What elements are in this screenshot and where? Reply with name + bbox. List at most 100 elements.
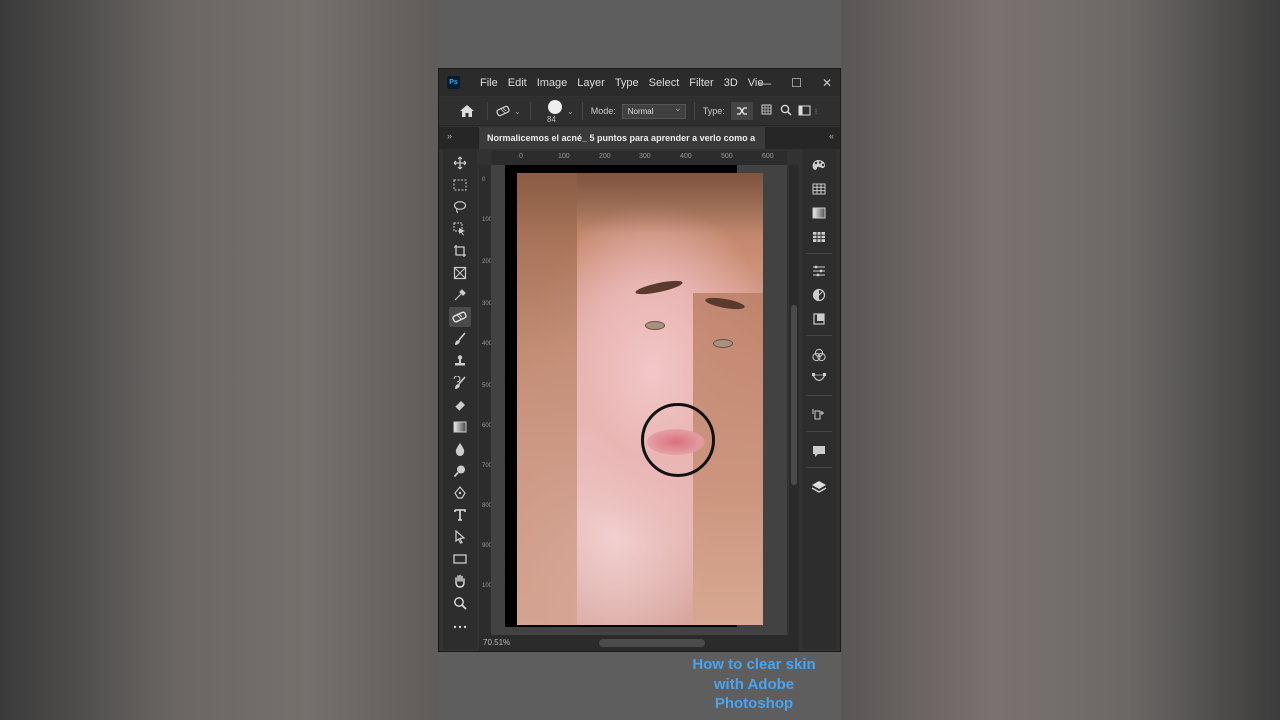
caption-line: Photoshop (714, 695, 794, 712)
caption-line: How to clear skin (692, 656, 816, 673)
home-icon[interactable] (455, 101, 479, 121)
menu-3d[interactable]: 3D (724, 77, 738, 89)
pen-tool-icon[interactable] (449, 483, 471, 503)
maximize-button[interactable]: ☐ (791, 76, 802, 90)
photoshop-window: Ps File Edit Image Layer Type Select Fil… (438, 68, 841, 652)
menu-layer[interactable]: Layer (577, 77, 605, 89)
spot-healing-brush-tool-icon[interactable] (449, 307, 471, 327)
expand-toolbar-icon[interactable]: » (447, 131, 452, 141)
vertical-ruler: 0 100 200 300 400 500 600 700 800 900 10… (479, 165, 496, 635)
channels-icon[interactable] (808, 345, 830, 365)
type-tool-icon[interactable] (449, 505, 471, 525)
eyedropper-tool-icon[interactable] (449, 285, 471, 305)
move-tool-icon[interactable] (449, 153, 471, 173)
blur-tool-icon[interactable] (449, 439, 471, 459)
chevron-down-icon[interactable]: ⌄ (567, 107, 574, 116)
search-icon[interactable] (780, 104, 792, 118)
ruler-tick-label: 500 (482, 383, 493, 389)
eraser-tool-icon[interactable] (449, 395, 471, 415)
zoom-level[interactable]: 70.51% (483, 638, 510, 647)
minimize-button[interactable]: — (759, 76, 771, 90)
menu-edit[interactable]: Edit (508, 77, 527, 89)
menu-filter[interactable]: Filter (689, 77, 713, 89)
mode-select[interactable]: Normal (621, 103, 686, 119)
path-selection-tool-icon[interactable] (449, 527, 471, 547)
zoom-tool-icon[interactable] (449, 593, 471, 613)
photoshop-logo-icon: Ps (447, 76, 460, 89)
color-palette-icon[interactable] (808, 155, 830, 175)
divider (806, 431, 832, 432)
caption-line: with Adobe (713, 675, 795, 693)
workspace-icon[interactable] (798, 105, 811, 118)
menu-bar: Ps File Edit Image Layer Type Select Fil… (439, 69, 840, 96)
vertical-scrollbar[interactable] (789, 165, 799, 635)
clone-stamp-tool-icon[interactable] (449, 351, 471, 371)
eye (645, 321, 665, 330)
frame-tool-icon[interactable] (449, 263, 471, 283)
scrollbar-thumb[interactable] (791, 305, 797, 485)
layers-icon[interactable] (808, 477, 830, 497)
horizontal-ruler: 0 100 200 300 400 500 600 (491, 151, 787, 165)
panel-dock (802, 149, 836, 649)
brush-size-picker[interactable]: 84 (543, 98, 567, 124)
more-options-icon[interactable]: ⁝ (815, 107, 818, 116)
brush-cursor-circle (641, 403, 715, 477)
blurred-background-left (0, 0, 438, 720)
document-tab[interactable]: Normalicemos el acné_ 5 puntos para apre… (479, 127, 765, 149)
tools-panel (443, 149, 477, 649)
mode-label: Mode: (590, 106, 616, 116)
type-label: Type: (702, 106, 725, 116)
more-tools-icon[interactable] (449, 617, 471, 637)
collapse-panels-icon[interactable]: « (829, 131, 834, 141)
ruler-tick-label: 100 (482, 217, 493, 223)
ruler-tick-label: 400 (482, 341, 493, 347)
healing-brush-preset-icon[interactable]: ⌄ (496, 105, 522, 117)
menu-image[interactable]: Image (537, 77, 568, 89)
dodge-tool-icon[interactable] (449, 461, 471, 481)
status-bar: 70.51% (479, 635, 799, 651)
marquee-tool-icon[interactable] (449, 175, 471, 195)
lasso-tool-icon[interactable] (449, 197, 471, 217)
patterns-icon[interactable] (808, 227, 830, 247)
history-icon[interactable] (808, 405, 830, 425)
brush-size-value: 84 (547, 115, 556, 124)
ruler-tick-label: 200 (599, 153, 611, 160)
eye (713, 339, 733, 348)
comments-icon[interactable] (808, 441, 830, 461)
adjustments-icon[interactable] (808, 285, 830, 305)
gradients-icon[interactable] (808, 203, 830, 223)
ruler-tick-label: 300 (482, 301, 493, 307)
ruler-tick-label: 500 (721, 153, 733, 160)
hand-tool-icon[interactable] (449, 571, 471, 591)
brush-tool-icon[interactable] (449, 329, 471, 349)
object-selection-tool-icon[interactable] (449, 219, 471, 239)
blurred-background-right (841, 0, 1280, 720)
ruler-tick-label: 0 (482, 177, 486, 183)
options-bar: ⌄ 84 ⌄ Mode: Normal Type: ⁝ (439, 97, 840, 126)
portrait-photo[interactable] (517, 173, 763, 625)
content-aware-shuffle-icon[interactable] (730, 102, 753, 120)
crop-tool-icon[interactable] (449, 241, 471, 261)
menu-type[interactable]: Type (615, 77, 639, 89)
menu-file[interactable]: File (480, 77, 498, 89)
rectangle-tool-icon[interactable] (449, 549, 471, 569)
libraries-icon[interactable] (808, 309, 830, 329)
sample-all-layers-icon[interactable] (761, 104, 774, 118)
ruler-tick-label: 900 (482, 543, 493, 549)
horizontal-scrollbar-thumb[interactable] (599, 639, 705, 647)
menu-select[interactable]: Select (649, 77, 680, 89)
swatches-icon[interactable] (808, 179, 830, 199)
ruler-tick-label: 700 (482, 463, 493, 469)
ruler-tick-label: 1000 (482, 583, 496, 589)
divider (581, 102, 583, 120)
divider (806, 253, 832, 254)
gradient-tool-icon[interactable] (449, 417, 471, 437)
ruler-tick-label: 600 (762, 153, 774, 160)
divider (487, 102, 488, 120)
hair (517, 173, 577, 625)
close-button[interactable]: ✕ (822, 76, 832, 90)
eyebrow (634, 278, 684, 297)
paths-icon[interactable] (808, 369, 830, 389)
properties-icon[interactable] (808, 261, 830, 281)
history-brush-tool-icon[interactable] (449, 373, 471, 393)
